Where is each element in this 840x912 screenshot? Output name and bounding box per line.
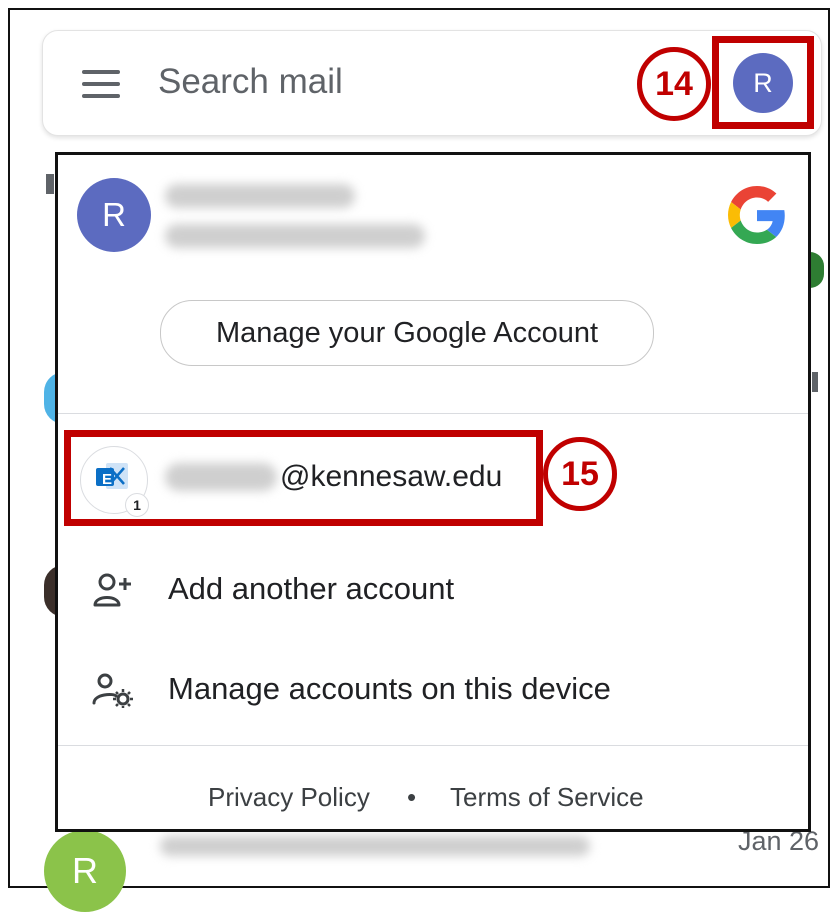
manage-device-accounts-label: Manage accounts on this device bbox=[168, 671, 611, 706]
exchange-icon-letter: E bbox=[101, 471, 112, 488]
footer-separator: • bbox=[407, 782, 417, 812]
callout-badge-14: 14 bbox=[637, 47, 711, 121]
google-g-icon bbox=[728, 186, 785, 244]
inbox-label-fragment bbox=[46, 174, 54, 194]
menu-divider-top bbox=[58, 413, 808, 414]
current-account-avatar: R bbox=[77, 178, 151, 252]
exchange-icon: E 1 bbox=[80, 446, 149, 517]
exchange-unread-badge: 1 bbox=[125, 493, 149, 517]
inbox-avatar: R bbox=[44, 830, 126, 912]
account-avatar-button[interactable]: R bbox=[733, 53, 793, 113]
manage-accounts-icon bbox=[92, 673, 133, 708]
exchange-account-email: @kennesaw.edu bbox=[280, 460, 503, 493]
add-person-icon bbox=[93, 573, 131, 607]
terms-of-service-link[interactable]: Terms of Service bbox=[450, 782, 644, 813]
callout-badge-15: 15 bbox=[543, 437, 617, 511]
inbox-timestamp-fragment bbox=[812, 372, 818, 392]
account-name-blurred bbox=[165, 184, 355, 208]
account-email-blurred bbox=[165, 224, 425, 248]
privacy-policy-link[interactable]: Privacy Policy bbox=[208, 782, 370, 813]
exchange-username-blurred bbox=[165, 463, 277, 491]
search-input[interactable]: Search mail bbox=[158, 62, 343, 102]
manage-google-account-button[interactable]: Manage your Google Account bbox=[160, 300, 654, 366]
menu-divider-bottom bbox=[58, 745, 808, 746]
add-account-label: Add another account bbox=[168, 571, 455, 606]
menu-icon[interactable] bbox=[82, 70, 120, 98]
inbox-sender-blurred bbox=[160, 836, 590, 856]
